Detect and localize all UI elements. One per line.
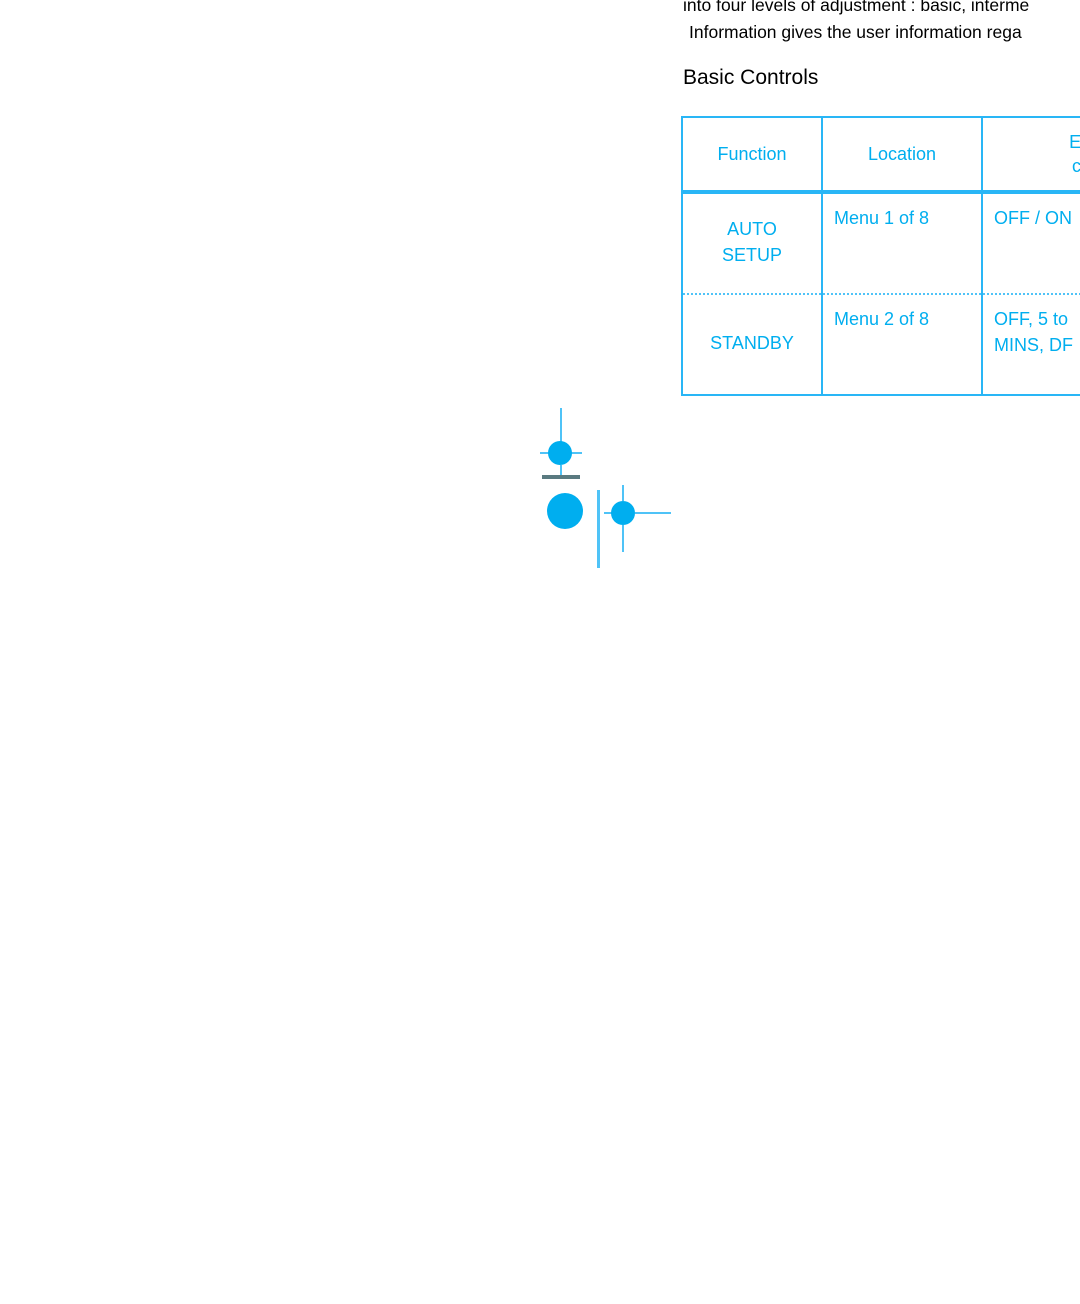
table-header-row: Function Location Effect contr — [681, 116, 1080, 194]
table-header: Function Location Effect contr — [681, 116, 1080, 194]
large-solid-dot-icon — [547, 493, 583, 529]
cell-function-line-1: STANDBY — [710, 332, 794, 353]
crosshair2-vertical-line-top-icon — [622, 485, 624, 501]
column-header-effect-label-line-2: contr — [1071, 156, 1080, 176]
column-header-effect: Effect contr — [981, 116, 1080, 194]
column-header-location-label: Location — [867, 144, 937, 164]
cell-effect-line-2: MINS, DF — [994, 335, 1073, 355]
paragraph-line: Information gives the user information r… — [689, 22, 1022, 42]
dark-rule-bar-icon — [542, 475, 580, 479]
column-header-effect-label-line-1: Effect — [1069, 132, 1080, 152]
section-heading: Basic Controls — [683, 66, 819, 89]
crosshair2-vertical-line-bottom-icon — [622, 525, 624, 552]
registration-marks-graphic — [500, 380, 700, 590]
cell-function-line-2: SETUP — [721, 244, 782, 265]
registration-dot-right-icon — [611, 501, 635, 525]
cell-effect: OFF, 5 to MINS, DF — [981, 293, 1080, 396]
crosshair2-horizontal-line-right-icon — [635, 512, 671, 514]
body-paragraph: into four levels of adjustment : basic, … — [683, 0, 1080, 46]
cell-effect-line-1: OFF / ON — [994, 208, 1072, 228]
cell-function-line-1: AUTO — [727, 218, 777, 239]
registration-dot-upper-icon — [548, 441, 572, 465]
table-row: AUTO SETUP Menu 1 of 8 OFF / ON — [681, 192, 1080, 294]
tall-vertical-rule-icon — [597, 490, 600, 568]
cell-location-line-1: Menu 2 of 8 — [834, 309, 930, 329]
column-header-location: Location — [821, 116, 983, 194]
cell-location-line-1: Menu 1 of 8 — [834, 208, 930, 228]
table-body: AUTO SETUP Menu 1 of 8 OFF / ON STANDBY … — [681, 192, 1080, 396]
basic-controls-table: Function Location Effect contr AUTO SETU… — [681, 116, 1080, 396]
column-header-function: Function — [681, 116, 823, 194]
paragraph-line: into four levels of adjustment : basic, … — [683, 0, 1030, 15]
column-header-function-label: Function — [717, 144, 787, 164]
cell-location: Menu 1 of 8 — [821, 192, 983, 294]
cell-effect-line-1: OFF, 5 to — [994, 309, 1069, 329]
cell-function: AUTO SETUP — [681, 192, 823, 294]
cell-location: Menu 2 of 8 — [821, 293, 983, 396]
cell-effect: OFF / ON — [981, 192, 1080, 294]
cell-function: STANDBY — [681, 293, 823, 396]
table-row: STANDBY Menu 2 of 8 OFF, 5 to MINS, DF — [681, 293, 1080, 396]
